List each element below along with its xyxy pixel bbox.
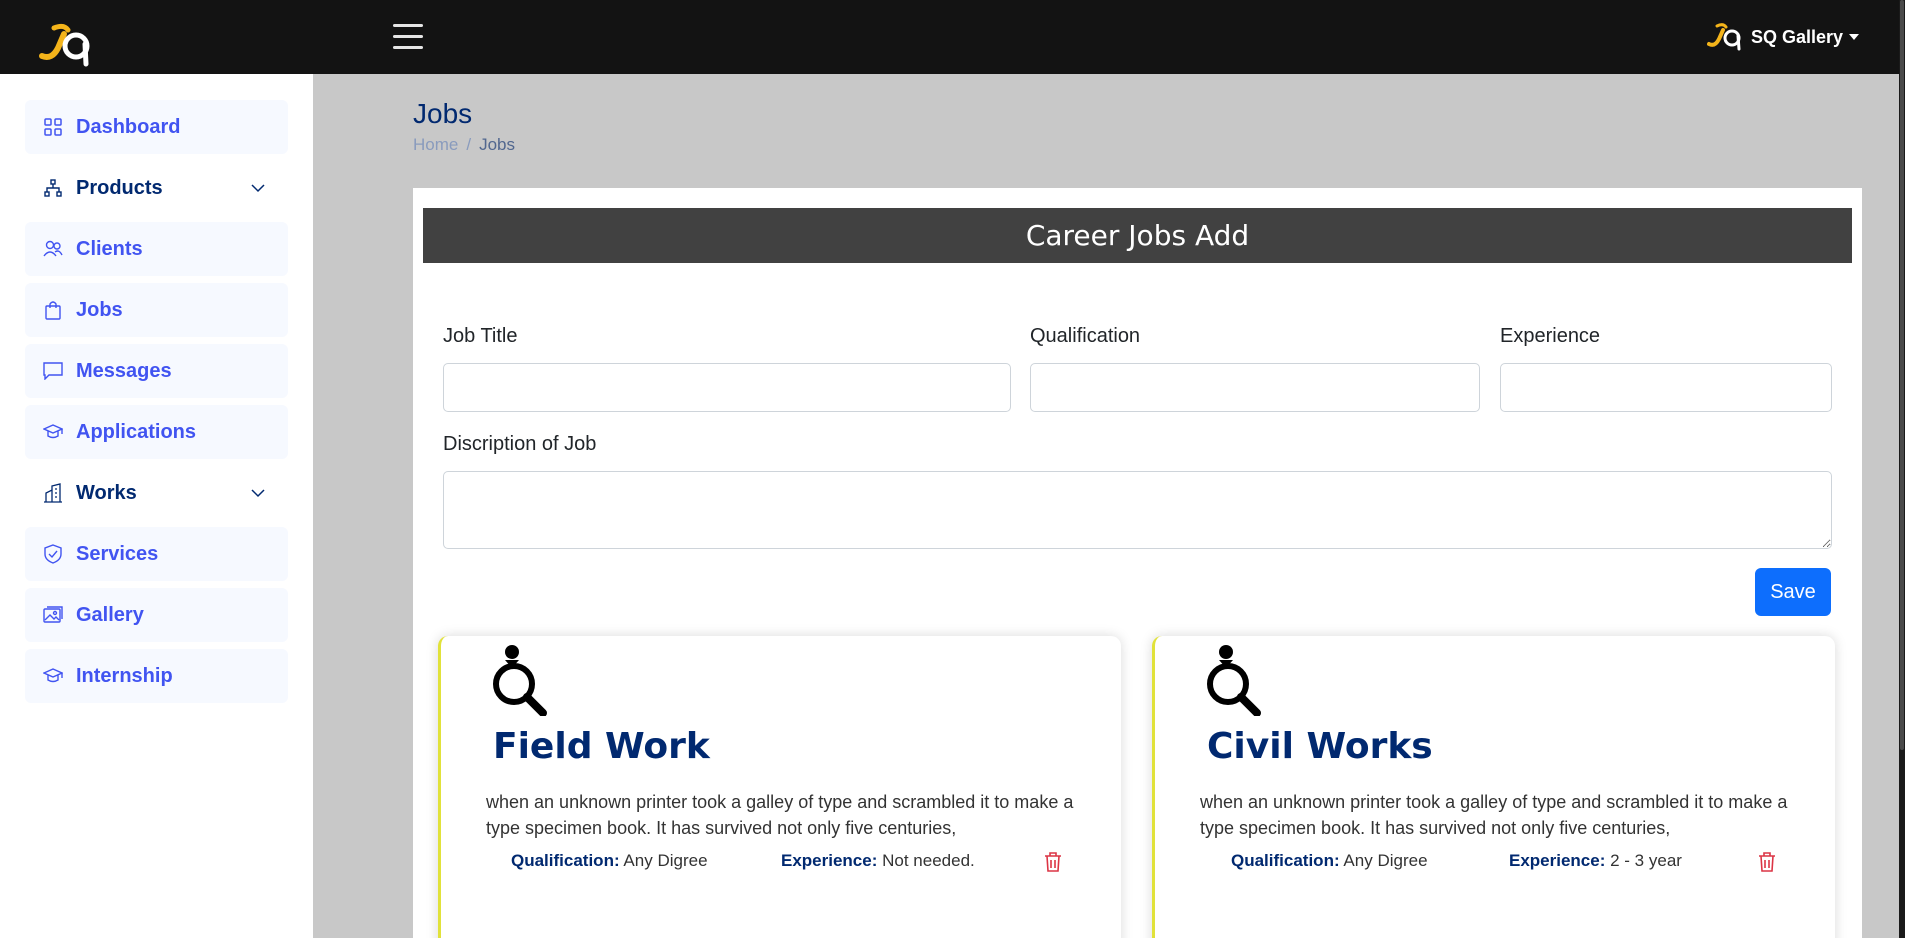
sidebar-item-label: Applications	[76, 420, 197, 443]
sidebar-item-label: Messages	[76, 359, 172, 382]
breadcrumb: Home / Jobs	[413, 135, 515, 155]
job-card-civil-works: Civil Works when an unknown printer took…	[1152, 636, 1835, 938]
save-button[interactable]: Save	[1755, 568, 1831, 616]
sidebar: Dashboard Products Clients Jobs Messages…	[0, 74, 313, 938]
qualification-input[interactable]	[1030, 363, 1480, 412]
experience-input[interactable]	[1500, 363, 1832, 412]
job-experience: Experience: 2 - 3 year	[1509, 851, 1682, 871]
job-title: Field Work	[493, 726, 710, 767]
chevron-down-icon	[251, 489, 265, 498]
bag-icon	[43, 300, 63, 320]
sidebar-item-label: Dashboard	[76, 115, 181, 138]
user-menu[interactable]: SQ Gallery	[1706, 22, 1859, 52]
job-card-field-work: Field Work when an unknown printer took …	[438, 636, 1121, 938]
trash-icon[interactable]	[1044, 852, 1062, 872]
sidebar-item-jobs[interactable]: Jobs	[25, 283, 288, 337]
sidebar-item-label: Jobs	[76, 298, 123, 321]
jobs-card: Career Jobs Add Job Title Qualification …	[413, 188, 1862, 938]
qualification-value: Any Digree	[1343, 851, 1428, 870]
job-qualification: Qualification: Any Digree	[1231, 851, 1428, 871]
experience-value: 2 - 3 year	[1610, 851, 1682, 870]
sidebar-item-clients[interactable]: Clients	[25, 222, 288, 276]
sidebar-item-works[interactable]: Works	[25, 466, 288, 520]
sidebar-item-label: Gallery	[76, 603, 144, 626]
top-navbar: SQ Gallery	[0, 0, 1905, 938]
sidebar-item-label: Works	[76, 481, 137, 504]
form-header: Career Jobs Add	[423, 208, 1852, 263]
sidebar-item-label: Internship	[76, 664, 173, 687]
menu-toggle-icon[interactable]	[393, 24, 423, 50]
brand-logo[interactable]	[38, 22, 94, 68]
experience-label: Experience:	[781, 851, 878, 870]
experience-label: Experience	[1500, 325, 1601, 347]
description-textarea[interactable]	[443, 471, 1832, 549]
chat-icon	[43, 361, 63, 381]
user-name: SQ Gallery	[1750, 26, 1843, 47]
experience-label: Experience:	[1509, 851, 1606, 870]
job-description: when an unknown printer took a galley of…	[486, 792, 1074, 838]
sidebar-item-dashboard[interactable]: Dashboard	[25, 100, 288, 154]
shield-check-icon	[43, 544, 63, 564]
diagram-icon	[43, 178, 63, 198]
sidebar-item-label: Clients	[76, 237, 143, 260]
experience-value: Not needed.	[882, 851, 975, 870]
sidebar-item-label: Products	[76, 176, 163, 199]
qualification-label: Qualification:	[1231, 851, 1340, 870]
breadcrumb-home-link[interactable]: Home	[413, 135, 458, 154]
job-qualification: Qualification: Any Digree	[511, 851, 708, 871]
page-title: Jobs	[413, 98, 473, 129]
qualification-label: Qualification	[1030, 325, 1141, 347]
page-scrollbar[interactable]	[1899, 0, 1905, 938]
sidebar-item-applications[interactable]: Applications	[25, 405, 288, 459]
chevron-down-icon	[251, 184, 265, 193]
sidebar-item-internship[interactable]: Internship	[25, 649, 288, 703]
job-title-label: Job Title	[443, 325, 518, 347]
breadcrumb-separator: /	[466, 135, 472, 154]
job-title: Civil Works	[1207, 726, 1433, 767]
description-label: Discription of Job	[443, 433, 597, 455]
grid-icon	[43, 117, 63, 137]
sidebar-item-services[interactable]: Services	[25, 527, 288, 581]
job-search-icon	[1207, 645, 1261, 716]
job-title-input[interactable]	[443, 363, 1011, 412]
breadcrumb-current: Jobs	[479, 135, 516, 154]
building-icon	[43, 483, 63, 503]
job-experience: Experience: Not needed.	[781, 851, 975, 871]
sidebar-item-gallery[interactable]: Gallery	[25, 588, 288, 642]
people-icon	[43, 239, 63, 259]
qualification-label: Qualification:	[511, 851, 620, 870]
chevron-down-icon	[1849, 34, 1859, 40]
user-avatar-logo	[1706, 23, 1741, 51]
job-search-icon	[493, 645, 547, 716]
sidebar-item-messages[interactable]: Messages	[25, 344, 288, 398]
mortarboard-icon	[43, 666, 63, 686]
job-description: when an unknown printer took a galley of…	[1200, 792, 1788, 838]
mortarboard-icon	[43, 422, 63, 442]
trash-icon[interactable]	[1758, 852, 1776, 872]
qualification-value: Any Digree	[623, 851, 708, 870]
sidebar-item-label: Services	[76, 542, 159, 565]
images-icon	[43, 605, 63, 625]
sidebar-item-products[interactable]: Products	[25, 161, 288, 215]
